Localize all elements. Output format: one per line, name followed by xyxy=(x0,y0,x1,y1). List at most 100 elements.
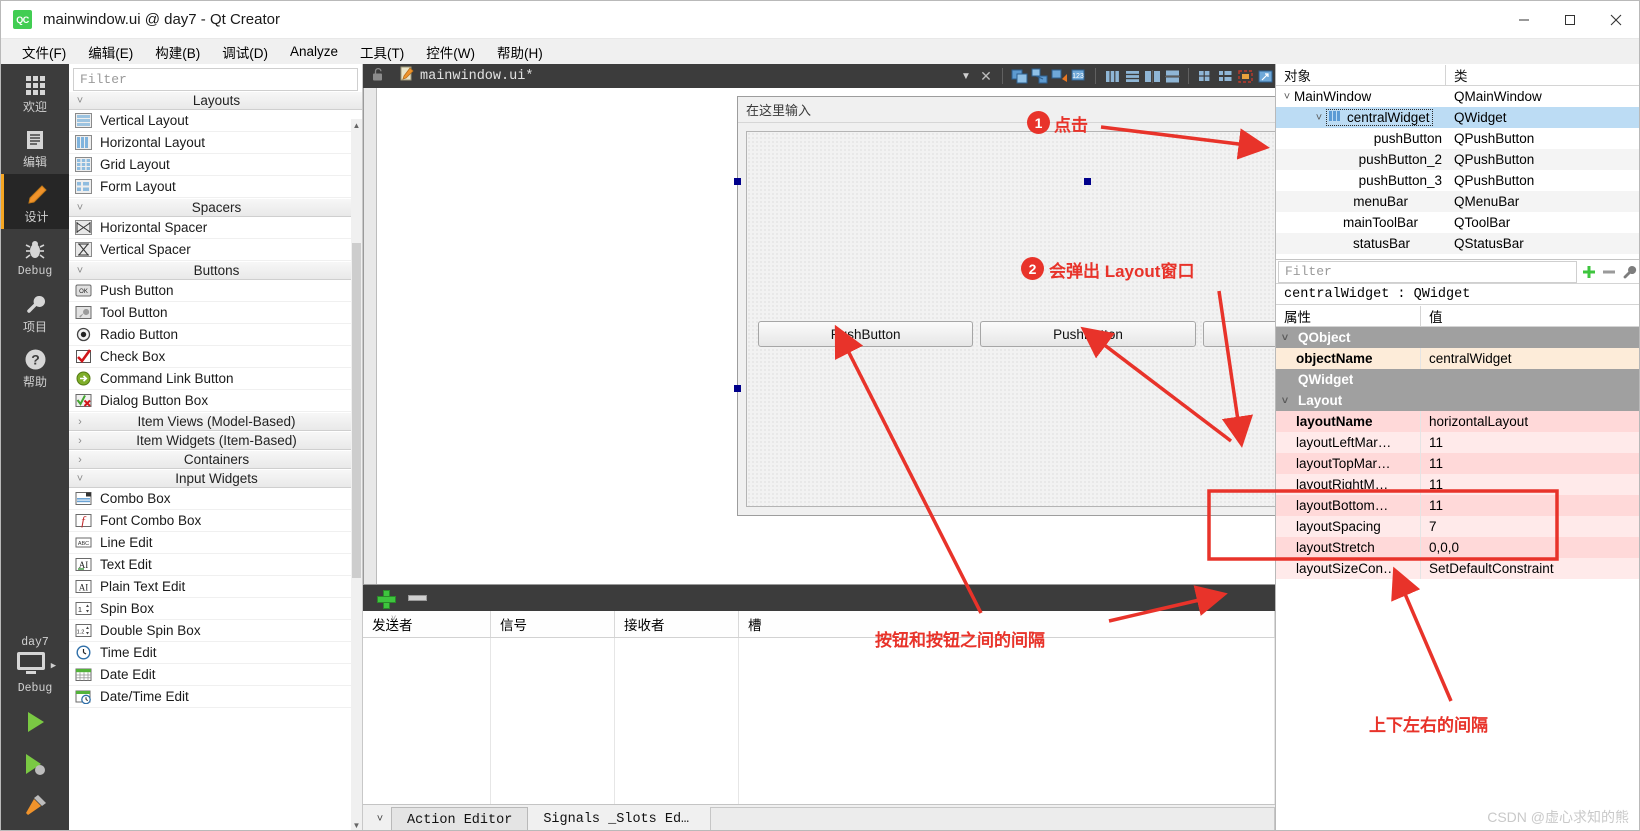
widget-item-font-combo-box[interactable]: f Font Combo Box xyxy=(69,510,362,532)
chevron-down-icon[interactable]: ˅ xyxy=(1276,332,1294,344)
menu-file[interactable]: 文件(F) xyxy=(11,40,77,64)
property-value[interactable]: 0,0,0 xyxy=(1421,537,1639,558)
mode-debug[interactable]: Debug xyxy=(1,229,69,284)
mode-welcome[interactable]: 欢迎 xyxy=(1,64,69,119)
scrollbar-thumb[interactable] xyxy=(352,243,361,578)
tree-row-menubar[interactable]: menuBar QMenuBar xyxy=(1276,191,1639,212)
form-preview[interactable]: 在这里输入 PushButton PushButton PushButton xyxy=(737,96,1275,516)
widget-item-spin-box[interactable]: 1 Spin Box xyxy=(69,598,362,620)
mode-help[interactable]: ? 帮助 xyxy=(1,339,69,394)
minus-icon[interactable] xyxy=(1599,261,1619,283)
form-menubar[interactable]: 在这里输入 xyxy=(738,97,1275,123)
widget-item-line-edit[interactable]: ABC Line Edit xyxy=(69,532,362,554)
central-widget-area[interactable]: PushButton PushButton PushButton xyxy=(746,131,1275,507)
signals-slots-rows[interactable] xyxy=(363,638,1275,804)
column-sender[interactable]: 发送者 ˅ xyxy=(363,611,491,637)
edit-tab-order-icon[interactable]: 123 xyxy=(1069,66,1089,86)
minus-icon[interactable] xyxy=(408,595,427,601)
edit-buddies-icon[interactable] xyxy=(1049,66,1069,86)
plus-icon[interactable] xyxy=(377,589,396,609)
widget-item-text-edit[interactable]: AI Text Edit xyxy=(69,554,362,576)
tab-scroll-icon[interactable]: ˅ xyxy=(369,806,391,830)
push-button-3[interactable]: PushButton xyxy=(1202,321,1275,347)
menu-widgets[interactable]: 控件(W) xyxy=(415,40,486,64)
menu-analyze[interactable]: Analyze xyxy=(279,42,349,61)
widget-item-check-box[interactable]: Check Box xyxy=(69,346,362,368)
property-value[interactable]: 11 xyxy=(1421,474,1639,495)
widget-item-tool-button[interactable]: Tool Button xyxy=(69,302,362,324)
editor-filename-combo[interactable]: mainwindow.ui* xyxy=(399,66,533,86)
widget-category-spacers[interactable]: ˅ Spacers xyxy=(69,198,362,217)
column-signal[interactable]: 信号 xyxy=(491,611,615,637)
widget-box-scrollbar[interactable]: ▲ ▼ xyxy=(351,119,362,830)
property-value[interactable]: 11 xyxy=(1421,495,1639,516)
selection-handle-ml[interactable] xyxy=(734,385,741,392)
menu-build[interactable]: 构建(B) xyxy=(144,40,211,64)
adjust-size-icon[interactable] xyxy=(1255,66,1275,86)
mode-projects[interactable]: 项目 xyxy=(1,284,69,339)
widget-item-time-edit[interactable]: Time Edit xyxy=(69,642,362,664)
tree-row-statusbar[interactable]: statusBar QStatusBar xyxy=(1276,233,1639,254)
widget-item-plain-text-edit[interactable]: AI Plain Text Edit xyxy=(69,576,362,598)
push-button-1[interactable]: PushButton xyxy=(758,321,974,347)
tree-row-mainwindow[interactable]: ˅ MainWindow QMainWindow xyxy=(1276,86,1639,107)
menu-debug[interactable]: 调试(D) xyxy=(211,40,279,64)
mode-edit[interactable]: 编辑 xyxy=(1,119,69,174)
push-button-2[interactable]: PushButton xyxy=(980,321,1196,347)
scroll-up-arrow-icon[interactable]: ▲ xyxy=(351,119,362,132)
maximize-button[interactable] xyxy=(1547,1,1593,39)
widget-item-vertical-layout[interactable]: Vertical Layout xyxy=(69,110,362,132)
layout-horizontal-icon[interactable] xyxy=(1102,66,1122,86)
menu-edit[interactable]: 编辑(E) xyxy=(77,40,144,64)
close-button[interactable] xyxy=(1593,1,1639,39)
property-value[interactable]: SetDefaultConstraint xyxy=(1421,558,1639,579)
plus-icon[interactable] xyxy=(1579,261,1599,283)
menu-tools[interactable]: 工具(T) xyxy=(349,40,415,64)
property-filter-input[interactable]: Filter xyxy=(1278,260,1577,283)
hammer-icon[interactable] xyxy=(22,793,48,822)
widget-item-push-button[interactable]: OK Push Button xyxy=(69,280,362,302)
widget-box-filter-input[interactable]: Filter xyxy=(73,68,358,91)
layout-vertical-icon[interactable] xyxy=(1122,66,1142,86)
tree-row-pushbutton[interactable]: pushButton QPushButton xyxy=(1276,128,1639,149)
widget-item-dialog-button-box[interactable]: Dialog Button Box xyxy=(69,390,362,412)
layout-splitter-h-icon[interactable] xyxy=(1142,66,1162,86)
play-icon[interactable] xyxy=(22,709,48,738)
break-layout-icon[interactable] xyxy=(1235,66,1255,86)
minimize-button[interactable] xyxy=(1501,1,1547,39)
selection-handle-tl[interactable] xyxy=(734,178,741,185)
menu-help[interactable]: 帮助(H) xyxy=(486,40,554,64)
widget-item-radio-button[interactable]: Radio Button xyxy=(69,324,362,346)
column-receiver[interactable]: 接收者 xyxy=(615,611,739,637)
property-row-layoutspacing[interactable]: layoutSpacing 7 xyxy=(1276,516,1639,537)
chevron-right-icon[interactable] xyxy=(1276,374,1294,386)
tree-row-maintoolbar[interactable]: mainToolBar QToolBar xyxy=(1276,212,1639,233)
widget-item-horizontal-layout[interactable]: Horizontal Layout xyxy=(69,132,362,154)
tree-row-centralwidget[interactable]: ˅ centralWidget QWidget xyxy=(1276,107,1639,128)
chevron-down-icon[interactable]: ˅ xyxy=(1312,112,1326,124)
tree-row-pushbutton-2[interactable]: pushButton_2 QPushButton xyxy=(1276,149,1639,170)
layout-splitter-v-icon[interactable] xyxy=(1162,66,1182,86)
property-row-layoutsizeconstraint[interactable]: layoutSizeCon… SetDefaultConstraint xyxy=(1276,558,1639,579)
widget-item-command-link-button[interactable]: Command Link Button xyxy=(69,368,362,390)
widget-category-layouts[interactable]: ˅ Layouts xyxy=(69,91,362,110)
tab-signals-slots-editor[interactable]: Signals _Slots Ed… xyxy=(528,807,704,830)
tree-row-pushbutton-3[interactable]: pushButton_3 QPushButton xyxy=(1276,170,1639,191)
widget-category-buttons[interactable]: ˅ Buttons xyxy=(69,261,362,280)
kit-selector[interactable]: day7 ▶ Debug xyxy=(14,634,56,701)
property-value[interactable]: 11 xyxy=(1421,432,1639,453)
widget-item-vertical-spacer[interactable]: Vertical Spacer xyxy=(69,239,362,261)
property-row-objectname[interactable]: objectName centralWidget xyxy=(1276,348,1639,369)
property-value[interactable]: 11 xyxy=(1421,453,1639,474)
widget-item-combo-box[interactable]: Combo Box xyxy=(69,488,362,510)
selection-handle-tc[interactable] xyxy=(1084,178,1091,185)
unlocked-icon[interactable] xyxy=(371,67,385,85)
property-value[interactable]: centralWidget xyxy=(1421,348,1639,369)
chevron-down-icon[interactable]: ▼ xyxy=(956,66,976,86)
widget-item-grid-layout[interactable]: Grid Layout xyxy=(69,154,362,176)
property-row-layoutname[interactable]: layoutName horizontalLayout xyxy=(1276,411,1639,432)
design-canvas[interactable]: 在这里输入 PushButton PushButton PushButton xyxy=(363,88,1275,584)
layout-grid-icon[interactable] xyxy=(1195,66,1215,86)
scroll-down-arrow-icon[interactable]: ▼ xyxy=(351,819,362,830)
property-group-qwidget[interactable]: QWidget xyxy=(1276,369,1639,390)
